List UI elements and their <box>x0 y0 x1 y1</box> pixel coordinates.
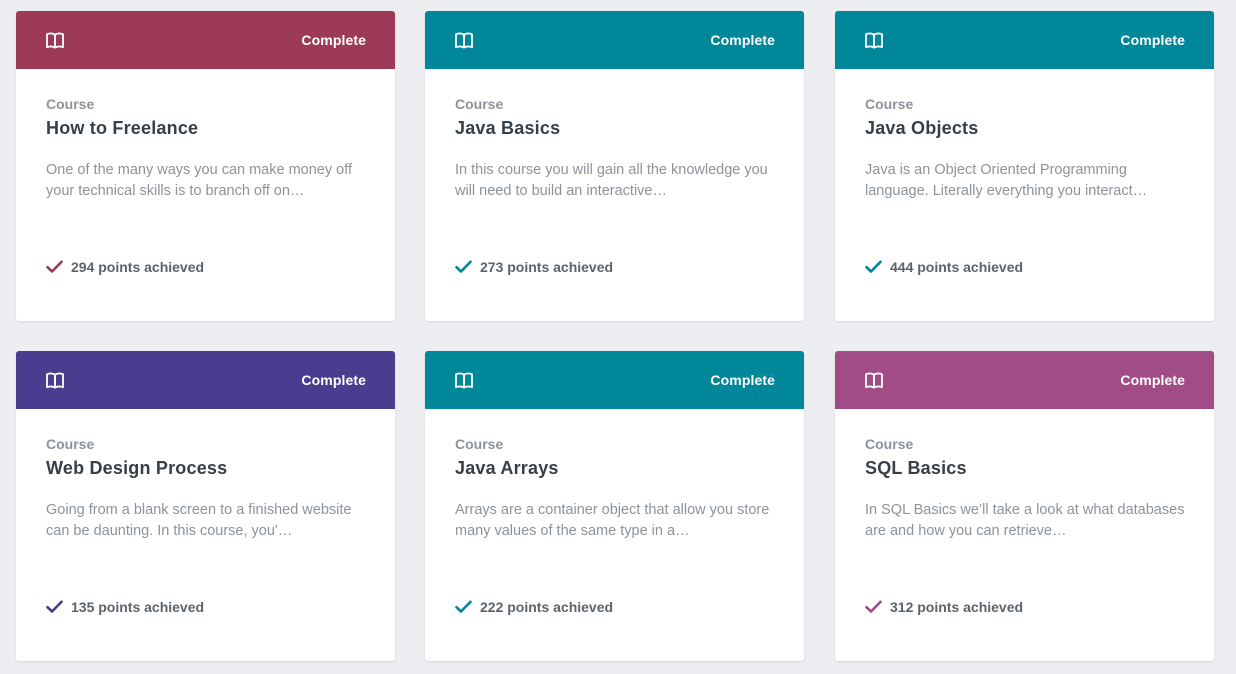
status-label: Complete <box>301 32 366 48</box>
points-text: 273 points achieved <box>480 259 614 275</box>
course-description: Going from a blank screen to a finished … <box>46 502 352 539</box>
book-icon <box>865 31 883 49</box>
points-text: 135 points achieved <box>71 599 205 615</box>
course-card[interactable]: Complete Course Web Design Process Going… <box>16 351 395 661</box>
card-header: Complete <box>835 11 1214 69</box>
card-body: Course How to Freelance One of the many … <box>16 69 395 321</box>
course-title[interactable]: SQL Basics <box>865 458 1184 479</box>
card-body: Course Java Objects Java is an Object Or… <box>835 69 1214 321</box>
checkmark-icon <box>865 260 882 274</box>
card-body: Course Java Arrays Arrays are a containe… <box>425 409 804 661</box>
checkmark-icon <box>865 600 882 614</box>
card-header: Complete <box>835 351 1214 409</box>
course-description: In SQL Basics we’ll take a look at what … <box>865 502 1185 539</box>
course-title[interactable]: Java Objects <box>865 118 1184 139</box>
card-body: Course Java Basics In this course you wi… <box>425 69 804 321</box>
course-title[interactable]: Java Arrays <box>455 458 774 479</box>
course-card[interactable]: Complete Course How to Freelance One of … <box>16 11 395 321</box>
content-type-label: Course <box>865 436 914 452</box>
course-card[interactable]: Complete Course Java Basics In this cour… <box>425 11 804 321</box>
status-label: Complete <box>1120 372 1185 388</box>
points-text: 312 points achieved <box>890 599 1024 615</box>
content-type-label: Course <box>46 96 95 112</box>
status-label: Complete <box>710 372 775 388</box>
card-header: Complete <box>425 351 804 409</box>
points-achieved: 222 points achieved <box>455 599 613 615</box>
course-description: In this course you will gain all the kno… <box>455 162 768 199</box>
status-label: Complete <box>301 372 366 388</box>
course-description: Arrays are a container object that allow… <box>455 502 770 539</box>
book-icon <box>46 371 64 389</box>
points-text: 222 points achieved <box>480 599 614 615</box>
book-icon <box>455 31 473 49</box>
points-achieved: 273 points achieved <box>455 259 613 275</box>
points-achieved: 294 points achieved <box>46 259 204 275</box>
course-title[interactable]: Web Design Process <box>46 458 365 479</box>
checkmark-icon <box>455 600 472 614</box>
course-card[interactable]: Complete Course Java Objects Java is an … <box>835 11 1214 321</box>
course-grid: Complete Course How to Freelance One of … <box>0 0 1236 674</box>
course-description: One of the many ways you can make money … <box>46 162 353 199</box>
checkmark-icon <box>46 260 63 274</box>
content-type-label: Course <box>455 436 504 452</box>
content-type-label: Course <box>46 436 95 452</box>
checkmark-icon <box>455 260 472 274</box>
status-label: Complete <box>710 32 775 48</box>
card-header: Complete <box>425 11 804 69</box>
card-body: Course Web Design Process Going from a b… <box>16 409 395 661</box>
points-achieved: 135 points achieved <box>46 599 204 615</box>
book-icon <box>865 371 883 389</box>
card-header: Complete <box>16 11 395 69</box>
points-achieved: 444 points achieved <box>865 259 1023 275</box>
course-title[interactable]: Java Basics <box>455 118 774 139</box>
book-icon <box>46 31 64 49</box>
card-body: Course SQL Basics In SQL Basics we’ll ta… <box>835 409 1214 661</box>
card-header: Complete <box>16 351 395 409</box>
status-label: Complete <box>1120 32 1185 48</box>
course-description: Java is an Object Oriented Programming l… <box>865 162 1148 199</box>
content-type-label: Course <box>455 96 504 112</box>
course-card[interactable]: Complete Course Java Arrays Arrays are a… <box>425 351 804 661</box>
course-card[interactable]: Complete Course SQL Basics In SQL Basics… <box>835 351 1214 661</box>
checkmark-icon <box>46 600 63 614</box>
content-type-label: Course <box>865 96 914 112</box>
points-text: 444 points achieved <box>890 259 1024 275</box>
book-icon <box>455 371 473 389</box>
points-text: 294 points achieved <box>71 259 205 275</box>
points-achieved: 312 points achieved <box>865 599 1023 615</box>
course-title[interactable]: How to Freelance <box>46 118 365 139</box>
